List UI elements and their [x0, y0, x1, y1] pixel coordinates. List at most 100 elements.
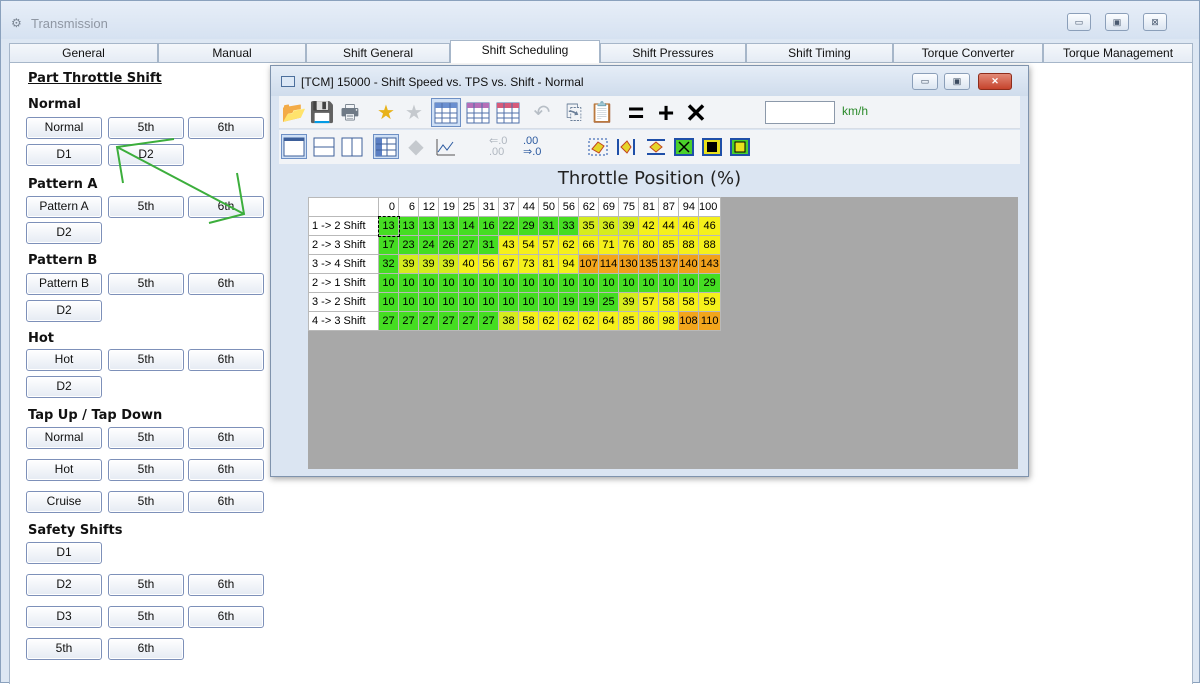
pattern-a-button[interactable]: Pattern A	[26, 196, 102, 218]
pattern-a-5th-button[interactable]: 5th	[108, 196, 184, 218]
table-cell[interactable]: 27	[458, 311, 479, 331]
table-cell[interactable]: 25	[598, 292, 619, 312]
table-cell[interactable]: 10	[558, 273, 579, 293]
table-cell[interactable]: 10	[638, 273, 659, 293]
table-cell[interactable]: 19	[578, 292, 599, 312]
increase-decimals-icon[interactable]: .00 ⇒.0	[523, 134, 553, 159]
3d-view-icon[interactable]: ◆	[403, 134, 429, 159]
layout-single-icon[interactable]	[281, 134, 307, 159]
table-cell[interactable]: 54	[518, 235, 539, 255]
pattern-b-6th-button[interactable]: 6th	[188, 273, 264, 295]
table-cell[interactable]: 24	[418, 235, 439, 255]
compare-table-icon[interactable]	[465, 100, 491, 125]
tab-shift-timing[interactable]: Shift Timing	[746, 43, 893, 63]
table-cell[interactable]: 73	[518, 254, 539, 274]
graph-view-icon[interactable]	[433, 134, 459, 159]
add-favorite-icon[interactable]: ★	[373, 100, 399, 125]
tab-shift-general[interactable]: Shift General	[306, 43, 450, 63]
normal-d1-button[interactable]: D1	[26, 144, 102, 166]
table-cell[interactable]: 46	[697, 216, 722, 236]
table-cell[interactable]: 10	[398, 273, 419, 293]
table-cell[interactable]: 27	[478, 311, 499, 331]
table-cell[interactable]: 27	[458, 235, 479, 255]
tab-shift-scheduling[interactable]: Shift Scheduling	[450, 40, 600, 63]
paste-icon[interactable]: 📋	[589, 100, 615, 125]
table-cell[interactable]: 13	[418, 216, 439, 236]
table-cell[interactable]: 39	[438, 254, 459, 274]
tab-torque-management[interactable]: Torque Management	[1043, 43, 1193, 63]
restore-button[interactable]: ▣	[1105, 13, 1129, 31]
table-cell[interactable]: 85	[658, 235, 679, 255]
table-cell[interactable]: 10	[458, 273, 479, 293]
table-cell[interactable]: 10	[498, 292, 519, 312]
table-cell[interactable]: 46	[678, 216, 699, 236]
print-icon[interactable]: 🖶	[337, 100, 363, 125]
interpolate-vertical-icon[interactable]	[613, 134, 639, 159]
tap-hot-6th-button[interactable]: 6th	[188, 459, 264, 481]
normal-5th-button[interactable]: 5th	[108, 117, 184, 139]
table-cell[interactable]: 39	[418, 254, 439, 274]
hot-d2-button[interactable]: D2	[26, 376, 102, 398]
table-cell[interactable]: 10	[458, 292, 479, 312]
table-cell[interactable]: 10	[618, 273, 639, 293]
normal-d2-button[interactable]: D2	[108, 144, 184, 166]
safety-d3-6th-button[interactable]: 6th	[188, 606, 264, 628]
table-cell[interactable]: 10	[478, 273, 499, 293]
table-cell[interactable]: 43	[498, 235, 519, 255]
table-cell[interactable]: 62	[558, 311, 579, 331]
table-cell[interactable]: 110	[697, 311, 722, 331]
table-cell[interactable]: 143	[697, 254, 722, 274]
table-cell[interactable]: 66	[578, 235, 599, 255]
table-cell[interactable]: 39	[618, 292, 639, 312]
table-cell[interactable]: 27	[378, 311, 399, 331]
save-icon[interactable]: 💾	[309, 100, 335, 125]
table-cell[interactable]: 10	[538, 273, 559, 293]
grid-view-icon[interactable]	[373, 134, 399, 159]
table-cell[interactable]: 88	[697, 235, 722, 255]
table-cell[interactable]: 67	[498, 254, 519, 274]
tap-hot-button[interactable]: Hot	[26, 459, 102, 481]
table-cell[interactable]: 10	[378, 273, 399, 293]
table-cell[interactable]: 58	[678, 292, 699, 312]
safety-d1-button[interactable]: D1	[26, 542, 102, 564]
table-cell[interactable]: 27	[398, 311, 419, 331]
table-cell[interactable]: 23	[398, 235, 419, 255]
table-cell[interactable]: 13	[377, 215, 400, 237]
table-cell[interactable]: 44	[658, 216, 679, 236]
table-cell[interactable]: 76	[618, 235, 639, 255]
add-icon[interactable]: +	[653, 98, 679, 126]
table-cell[interactable]: 64	[598, 311, 619, 331]
child-close-button[interactable]: ✕	[978, 73, 1012, 90]
table-cell[interactable]: 58	[658, 292, 679, 312]
table-cell[interactable]: 98	[658, 311, 679, 331]
pattern-b-button[interactable]: Pattern B	[26, 273, 102, 295]
safety-d3-button[interactable]: D3	[26, 606, 102, 628]
child-restore-button[interactable]: ▣	[944, 73, 970, 90]
table-cell[interactable]: 39	[398, 254, 419, 274]
pattern-b-5th-button[interactable]: 5th	[108, 273, 184, 295]
tab-general[interactable]: General	[9, 43, 158, 63]
tap-cruise-button[interactable]: Cruise	[26, 491, 102, 513]
table-cell[interactable]: 13	[398, 216, 419, 236]
table-cell[interactable]: 33	[558, 216, 579, 236]
table-cell[interactable]: 38	[498, 311, 519, 331]
table-cell[interactable]: 86	[638, 311, 659, 331]
table-cell[interactable]: 31	[538, 216, 559, 236]
set-equal-icon[interactable]: =	[623, 98, 649, 126]
table-cell[interactable]: 27	[438, 311, 459, 331]
interpolate-all-icon[interactable]	[585, 134, 611, 159]
tap-hot-5th-button[interactable]: 5th	[108, 459, 184, 481]
table-cell[interactable]: 10	[378, 292, 399, 312]
normal-6th-button[interactable]: 6th	[188, 117, 264, 139]
table-cell[interactable]: 10	[658, 273, 679, 293]
pattern-a-d2-button[interactable]: D2	[26, 222, 102, 244]
hot-button[interactable]: Hot	[26, 349, 102, 371]
close-button[interactable]: ⊠	[1143, 13, 1167, 31]
layout-split-vertical-icon[interactable]	[339, 134, 365, 159]
table-cell[interactable]: 114	[598, 254, 619, 274]
table-cell[interactable]: 85	[618, 311, 639, 331]
table-view-icon[interactable]	[431, 98, 461, 127]
table-cell[interactable]: 32	[378, 254, 399, 274]
tap-normal-button[interactable]: Normal	[26, 427, 102, 449]
safety-d2-6th-button[interactable]: 6th	[188, 574, 264, 596]
